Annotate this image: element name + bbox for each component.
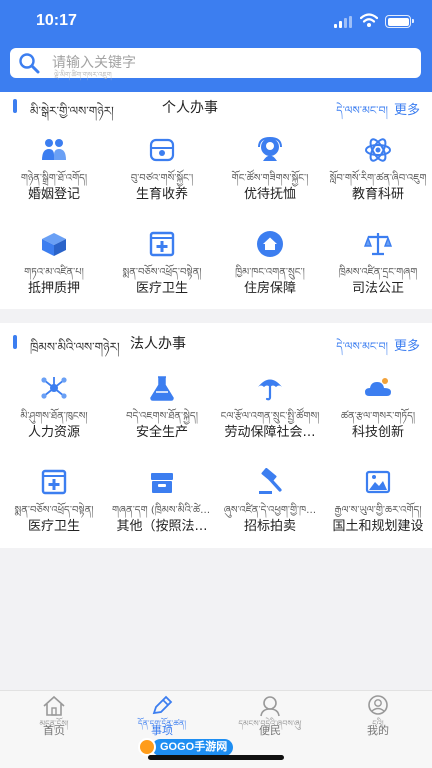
birth-icon: [149, 138, 175, 162]
network-icon: [41, 377, 67, 399]
service-tech-innovation[interactable]: ཚན་རྩལ་གསར་གཏོད། 科技创新: [324, 372, 432, 452]
service-land-planning[interactable]: རྒྱལ་ས་ཡུལ་གྱི་ཆར་འགོད། 国土和规划建设: [324, 466, 432, 546]
service-label: 人力资源: [27, 425, 80, 440]
marriage-icon: [42, 139, 66, 160]
app-header: 10:17 请输入关键字 ལྡེ་མིག་ཚིག་གསར་འཇུག: [0, 0, 432, 92]
tab-mine[interactable]: ངའི། 我的: [324, 691, 432, 747]
tab-home[interactable]: མདུན་ངོས། 首页: [0, 691, 108, 747]
section-accent-bar: [13, 99, 17, 113]
umbrella-icon: [258, 379, 282, 401]
personal-services-section: མི་སྒེར་གྱི་ལས་གཉེར། 个人办事 དེ་ལས་མང་བ། 更多 …: [0, 92, 432, 309]
box-icon: [151, 473, 173, 493]
status-bar: 10:17: [0, 0, 432, 44]
more-link[interactable]: དེ་ལས་མང་བ། 更多: [336, 98, 420, 129]
medical-icon: [149, 231, 175, 257]
more-link[interactable]: དེ་ལས་མང་བ། 更多: [336, 334, 420, 365]
tab-label: 首页: [43, 724, 65, 737]
more-link-label: 更多: [393, 339, 420, 354]
service-label: 劳动保障社会…: [224, 425, 316, 440]
service-label: 医疗卫生: [135, 281, 188, 296]
section-title-tibetan: ཁྲིམས་མིའི་ལས་གཉེར།: [30, 340, 120, 354]
service-label: 婚姻登记: [27, 187, 80, 202]
search-placeholder-tibetan: ལྡེ་མིག་ཚིག་གསར་འཇུག: [54, 71, 112, 79]
service-label: 优待抚恤: [243, 187, 296, 202]
wifi-icon: [360, 13, 378, 27]
care-icon: [258, 136, 282, 161]
section-header: མི་སྒེར་གྱི་ལས་གཉེར། 个人办事 དེ་ལས་མང་བ། 更多: [0, 92, 432, 122]
landscape-icon: [365, 470, 391, 494]
mortgage-icon: [42, 233, 66, 256]
tab-label: 便民: [259, 724, 281, 737]
innovation-icon: [365, 378, 391, 396]
education-icon: [365, 138, 391, 162]
justice-icon: [364, 233, 392, 256]
watermark-logo-icon: [138, 738, 156, 756]
tab-convenience[interactable]: དམངས་བདེའི་ཞབས་ཞུ། 便民: [216, 691, 324, 747]
service-label: 其他（按照法…: [116, 519, 208, 534]
service-preferential-care[interactable]: གོང་ཚོས་གཟིགས་སྐྱོང་། 优待抚恤: [216, 134, 324, 214]
more-link-tibetan: དེ་ལས་མང་བ།: [336, 104, 388, 117]
service-label: 招标拍卖: [243, 519, 296, 534]
tab-label: 我的: [367, 724, 389, 737]
service-label: 医疗卫生: [27, 519, 80, 534]
service-labor-social-security[interactable]: ངལ་རྩོལ་འགན་སྲུང་སྤྱི་ཚོགས། 劳动保障社会…: [216, 372, 324, 452]
service-label: 科技创新: [351, 425, 404, 440]
section-title-tibetan: མི་སྒེར་གྱི་ལས་གཉེར།: [30, 104, 114, 118]
service-birth-adoption[interactable]: བུ་བཙའ་གསོ་སྐྱོང་། 生育收养: [108, 134, 216, 214]
service-other[interactable]: གཞན་དག (ཁྲིམས་མིའི་ཚེ་… 其他（按照法…: [108, 466, 216, 546]
service-label: 教育科研: [351, 187, 404, 202]
service-mortgage-pledge[interactable]: གཏའ་མ་འཛིན་པ། 抵押质押: [0, 228, 108, 308]
section-title: 法人办事: [130, 336, 186, 352]
legal-person-services-section: ཁྲིམས་མིའི་ལས་གཉེར། 法人办事 དེ་ལས་མང་བ། 更多 མ…: [0, 323, 432, 548]
service-safe-production[interactable]: བདེ་འཇགས་ཐོན་སྐྱེད། 安全生产: [108, 372, 216, 452]
status-time: 10:17: [36, 12, 77, 29]
flask-icon: [150, 376, 174, 401]
service-label: 国土和规划建设: [332, 519, 424, 534]
house-icon: [257, 231, 283, 257]
service-education-research[interactable]: སློབ་གསོ་རིག་ཚན་ཞིབ་འཇུག 教育科研: [324, 134, 432, 214]
medical-icon: [41, 469, 67, 495]
tab-label: 事项: [151, 724, 173, 737]
battery-icon: [385, 15, 414, 28]
more-link-tibetan: དེ་ལས་མང་བ།: [336, 340, 388, 353]
service-medical-health[interactable]: སྨན་བཅོས་འཕྲོད་བསྟེན། 医疗卫生: [0, 466, 108, 546]
watermark-text: GOGO手游网: [152, 739, 234, 756]
search-icon: [19, 53, 40, 74]
service-marriage-registration[interactable]: གཉེན་སྒྲིག་ཐོ་འགོད། 婚姻登记: [0, 134, 108, 214]
service-label: 司法公正: [351, 281, 404, 296]
section-header: ཁྲིམས་མིའི་ལས་གཉེར། 法人办事 དེ་ལས་མང་བ། 更多: [0, 328, 432, 358]
home-indicator[interactable]: [148, 755, 284, 760]
service-label: 安全生产: [135, 425, 188, 440]
service-label: 抵押质押: [27, 281, 80, 296]
signal-icon: [334, 16, 354, 28]
service-housing-security[interactable]: ཁྱིམ་ཁང་འགན་སྲུང་། 住房保障: [216, 228, 324, 308]
service-label: 住房保障: [243, 281, 296, 296]
section-title: 个人办事: [162, 100, 218, 116]
service-human-resources[interactable]: མི་ཤུགས་ཐོན་ཁུངས། 人力资源: [0, 372, 108, 452]
service-label: 生育收养: [135, 187, 188, 202]
section-accent-bar: [13, 335, 17, 349]
more-link-label: 更多: [393, 103, 420, 118]
search-input[interactable]: 请输入关键字 ལྡེ་མིག་ཚིག་གསར་འཇུག: [10, 48, 421, 79]
service-medical-health[interactable]: སྨན་བཅོས་འཕྲོད་བསྟེན། 医疗卫生: [108, 228, 216, 308]
service-judicial-notary[interactable]: ཁྲིམས་འཛིན་དྲང་གཞག 司法公正: [324, 228, 432, 308]
service-bidding-auction[interactable]: ཞུས་འཛིན་དེ་འཕྱག་གྱི་ཁ… 招标拍卖: [216, 466, 324, 546]
auction-icon: [259, 468, 282, 494]
